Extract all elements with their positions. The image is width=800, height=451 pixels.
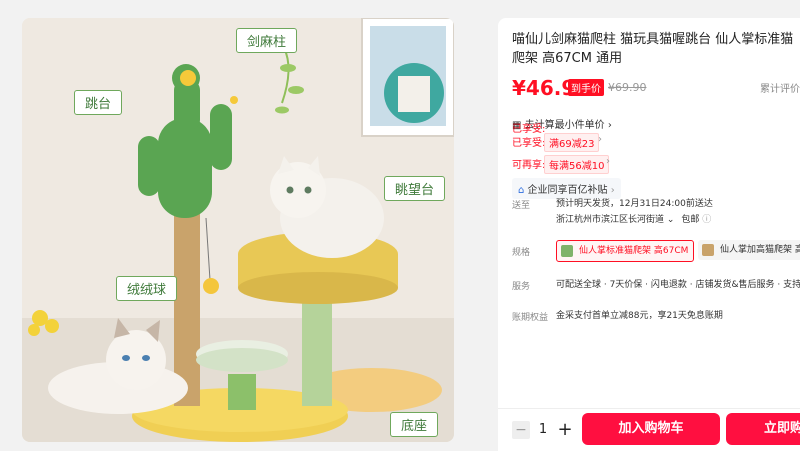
product-image[interactable]: 剑麻柱 跳台 眺望台 绒绒球 底座: [22, 18, 454, 442]
final-price-badge: 到手价: [568, 79, 604, 96]
final-price: ¥46.9: [512, 76, 576, 100]
review-count[interactable]: 累计评价 24: [760, 80, 800, 95]
chevron-down-icon: ⌄: [666, 215, 675, 225]
quantity-decrease-button[interactable]: −: [512, 421, 530, 439]
chevron-right-icon: ›: [606, 156, 610, 167]
original-price: ¥69.90: [608, 81, 647, 94]
service-label: 服务: [512, 282, 531, 292]
label-tiaowangtai: 眺望台: [384, 176, 446, 201]
spec-label: 规格: [512, 248, 531, 258]
shipping-address-row[interactable]: 浙江杭州市滨江区长河街道 ⌄ 包邮 ⓘ: [556, 212, 711, 225]
spec-thumbnail: [702, 244, 714, 256]
benefits-label: 账期权益: [512, 313, 549, 323]
shipping-eta: 预计明天发货，12月31日24:00前送达: [556, 199, 713, 209]
buy-now-button[interactable]: 立即购: [726, 413, 800, 445]
add-to-cart-button[interactable]: 加入购物车: [582, 413, 720, 445]
chevron-right-icon: ›: [598, 134, 602, 145]
enjoyed-promo-pill: 满69减23: [544, 133, 600, 152]
service-text[interactable]: 可配送全球 · 7天价保 · 闪电退款 · 店铺发货&售后服务 · 支持7天无: [556, 277, 800, 290]
info-icon[interactable]: ⓘ: [702, 215, 711, 225]
spec-option-tall[interactable]: 仙人掌加高猫爬架 高: [698, 240, 800, 260]
benefits-text: 金采支付首单立减88元，享21天免息账期: [556, 311, 723, 321]
label-rongrongqiu: 绒绒球: [116, 276, 178, 301]
product-info-panel: 喵仙儿剑麻猫爬柱 猫玩具猫喔跳台 仙人掌标准猫爬架 高67CM 通用 ¥46.9…: [498, 18, 800, 451]
available-label: 可再享:: [512, 160, 546, 171]
price-row: ¥46.9 到手价 ¥69.90 累计评价 24: [512, 76, 800, 102]
label-tiaotai: 跳台: [74, 90, 123, 115]
enjoyed-row[interactable]: 已享受: 满69减23 ›: [498, 133, 800, 152]
enterprise-icon: ⌂: [518, 185, 525, 196]
quantity-input[interactable]: 1: [536, 421, 550, 439]
enjoyed-row-label: 已享受:: [512, 138, 546, 149]
shipping-label: 送至: [512, 201, 531, 211]
shipping-address: 浙江杭州市滨江区长河街道: [556, 215, 665, 225]
spec-thumbnail: [561, 245, 573, 257]
product-title: 喵仙儿剑麻猫爬柱 猫玩具猫喔跳台 仙人掌标准猫爬架 高67CM 通用: [512, 32, 794, 66]
product-illustration: [22, 18, 454, 442]
available-row[interactable]: 可再享: 每满56减10 ›: [498, 155, 800, 174]
chevron-right-icon: ›: [607, 120, 612, 131]
chevron-right-icon: ›: [610, 185, 615, 196]
subsidy-text: 企业同享百亿补贴: [527, 185, 608, 196]
available-promo-pill: 每满56减10: [544, 155, 610, 174]
purchase-bar: − 1 + 加入购物车 立即购: [498, 408, 800, 451]
spec-option-label: 仙人掌加高猫爬架 高: [720, 245, 800, 255]
free-shipping: 包邮: [681, 215, 700, 225]
label-jianma: 剑麻柱: [236, 28, 298, 53]
label-dizuo: 底座: [390, 412, 439, 437]
spec-option-label: 仙人掌标准猫爬架 高67CM: [579, 246, 689, 256]
enjoyed-label: 已享受:: [512, 124, 546, 135]
spec-option-standard[interactable]: 仙人掌标准猫爬架 高67CM: [556, 240, 695, 262]
quantity-increase-button[interactable]: +: [556, 421, 574, 439]
